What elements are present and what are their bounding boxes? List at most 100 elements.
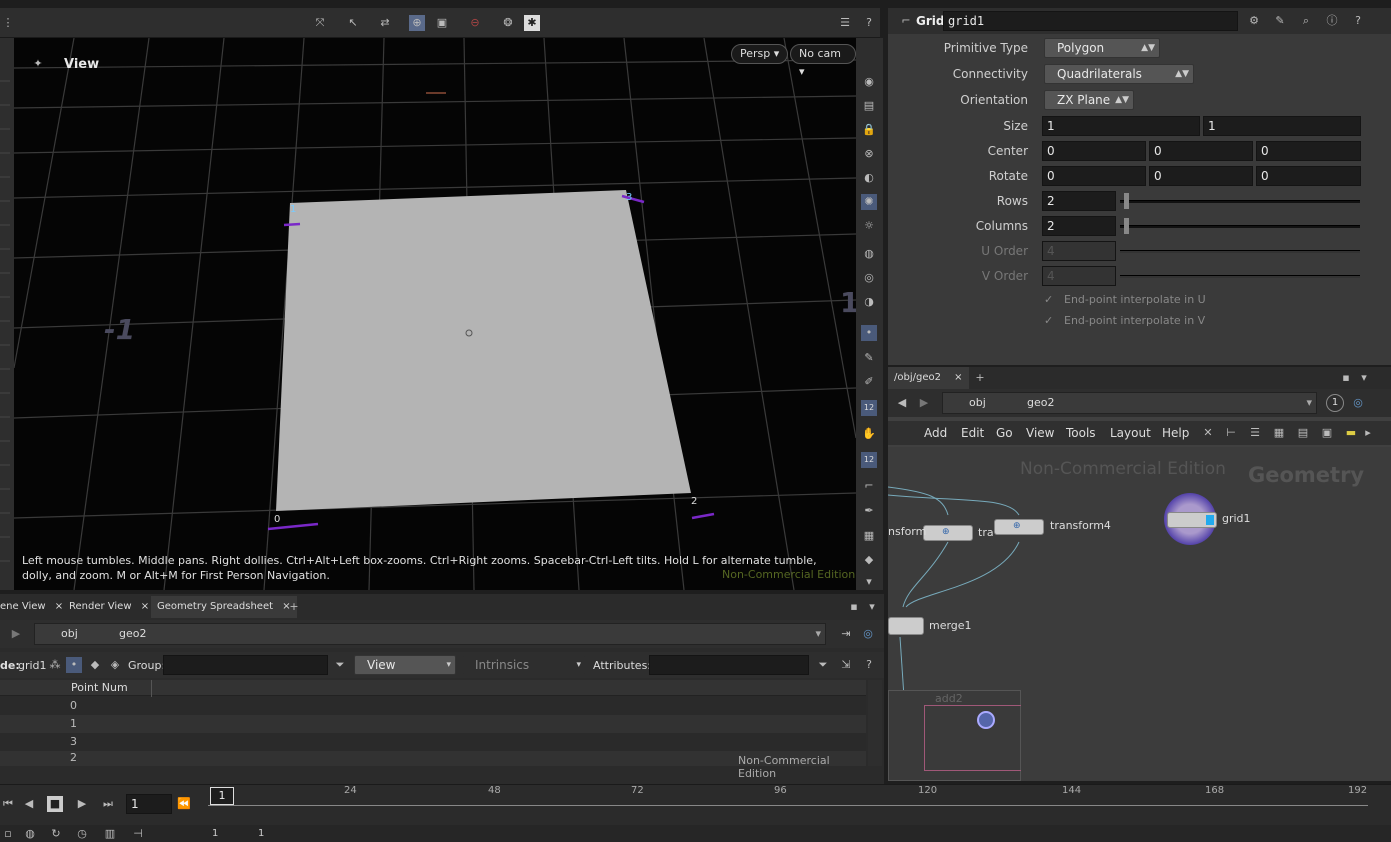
target-icon[interactable]: ◎: [1350, 395, 1366, 411]
table-row[interactable]: 3: [0, 733, 866, 751]
attributes-input[interactable]: [649, 655, 809, 675]
hidden-line-icon[interactable]: ◑: [861, 294, 877, 310]
columns-slider-handle[interactable]: [1124, 218, 1129, 234]
orientation-dropdown[interactable]: ZX Plane ▲▼: [1044, 90, 1134, 110]
network-canvas[interactable]: Non-Commercial Edition Geometry ⊕ nsform…: [888, 447, 1391, 781]
add-tab-icon[interactable]: +: [972, 370, 988, 386]
keys-icon[interactable]: ▫: [0, 826, 16, 842]
shading-icon[interactable]: ◍: [861, 246, 877, 262]
merge1-node[interactable]: [888, 617, 924, 635]
transform4-node[interactable]: ⊕: [994, 519, 1044, 535]
hand-icon[interactable]: ✋: [861, 426, 877, 442]
jump-start-icon[interactable]: ⏮: [0, 796, 16, 812]
image-icon[interactable]: ▣: [1319, 425, 1335, 441]
info-icon[interactable]: ⓘ: [1324, 13, 1340, 29]
display-flag-icon[interactable]: [977, 711, 995, 729]
primitive-type-dropdown[interactable]: Polygon ▲▼: [1044, 38, 1160, 58]
pen-icon[interactable]: ✒: [861, 503, 877, 519]
eye-icon[interactable]: ◉: [861, 74, 877, 90]
breadcrumb[interactable]: obj geo2 ▾: [34, 623, 826, 645]
menu-go[interactable]: Go: [996, 426, 1013, 440]
grid-icon[interactable]: ▤: [1295, 425, 1311, 441]
table-row[interactable]: 1: [0, 715, 866, 733]
pane-menu-icon[interactable]: ▾: [1356, 370, 1372, 386]
rotate-y-field[interactable]: 0: [1149, 166, 1253, 186]
current-frame-field[interactable]: 1: [126, 794, 172, 814]
badge-icon[interactable]: 12: [861, 452, 877, 468]
help-icon[interactable]: ?: [1350, 13, 1366, 29]
timeline-ruler[interactable]: [208, 805, 1368, 806]
rows-slider[interactable]: [1120, 200, 1360, 203]
brush-icon[interactable]: ✎: [861, 350, 877, 366]
filter-icon[interactable]: ⏷: [332, 657, 348, 673]
grid1-node[interactable]: [1167, 512, 1217, 528]
size-y-field[interactable]: 1: [1203, 116, 1361, 136]
display-options-icon[interactable]: ☰: [837, 15, 853, 31]
palette-icon[interactable]: ▦: [1271, 425, 1287, 441]
jump-end-icon[interactable]: ⏭: [100, 796, 116, 812]
wire-icon[interactable]: ◎: [861, 270, 877, 286]
diamond-icon[interactable]: ◆: [861, 552, 877, 568]
export-icon[interactable]: ⇲: [838, 657, 854, 673]
menu-layout[interactable]: Layout: [1110, 426, 1151, 440]
forward-icon[interactable]: ▶: [916, 395, 932, 411]
select-tool-icon[interactable]: ⤧: [312, 15, 328, 31]
vertices-mode-icon[interactable]: •: [66, 657, 82, 673]
bulb-icon[interactable]: ✺: [861, 194, 877, 210]
persp-menu-button[interactable]: Persp ▾: [731, 44, 789, 64]
headlight-icon[interactable]: ☼: [861, 218, 877, 234]
no-entry-icon[interactable]: ⊖: [467, 15, 483, 31]
rows-field[interactable]: 2: [1042, 191, 1116, 211]
list-icon[interactable]: ☰: [1247, 425, 1263, 441]
dropper-icon[interactable]: ✐: [861, 374, 877, 390]
checker-icon[interactable]: ▦: [861, 528, 877, 544]
menu-tools[interactable]: Tools: [1066, 426, 1096, 440]
view-dropdown[interactable]: View ▾: [354, 655, 456, 675]
render-icon[interactable]: ❂: [500, 15, 516, 31]
select-tool-2-icon[interactable]: ↖: [345, 15, 361, 31]
table-row[interactable]: 2: [0, 751, 866, 766]
page-number[interactable]: 1: [1326, 394, 1344, 412]
add-tab-icon[interactable]: +: [286, 599, 302, 615]
menu-add[interactable]: Add: [924, 426, 947, 440]
table-row[interactable]: 0: [0, 697, 866, 715]
note-icon[interactable]: ▬: [1343, 425, 1359, 441]
points-icon[interactable]: •: [861, 325, 877, 341]
checkbox-v[interactable]: ✓: [1044, 314, 1053, 327]
connectivity-dropdown[interactable]: Quadrilaterals ▲▼: [1044, 64, 1194, 84]
rotate-x-field[interactable]: 0: [1042, 166, 1146, 186]
filter-icon[interactable]: ⏷: [815, 657, 831, 673]
layers-icon[interactable]: ▤: [861, 98, 877, 114]
intrinsics-dropdown[interactable]: Intrinsics ▾: [462, 655, 586, 675]
chevron-down-icon[interactable]: ▾: [1306, 396, 1312, 409]
camera-menu-button[interactable]: No cam ▾: [790, 44, 856, 78]
grid-plane[interactable]: [276, 190, 691, 511]
scroll-down-icon[interactable]: ▾: [861, 574, 877, 590]
columns-slider[interactable]: [1120, 225, 1360, 228]
scrollbar[interactable]: [868, 680, 882, 766]
detail-mode-icon[interactable]: ◈: [107, 657, 123, 673]
brush-icon[interactable]: ✎: [1272, 13, 1288, 29]
back-icon[interactable]: ◀: [894, 395, 910, 411]
add2-node-box[interactable]: add2: [888, 690, 1021, 781]
tab-obj-geo2[interactable]: /obj/geo2 ×: [888, 367, 969, 389]
settings-icon[interactable]: ✱: [524, 15, 540, 31]
play-icon[interactable]: ▶: [74, 796, 90, 812]
snap-icon[interactable]: ⊕: [409, 15, 425, 31]
pin-icon[interactable]: ⇥: [838, 626, 854, 642]
pane-menu-icon[interactable]: ▾: [864, 599, 880, 615]
transform-node-left[interactable]: ⊕: [923, 525, 973, 541]
center-y-field[interactable]: 0: [1149, 141, 1253, 161]
wrench-icon[interactable]: ✕: [1200, 425, 1216, 441]
search-icon[interactable]: ⌕: [1298, 13, 1314, 29]
step-frame-icon[interactable]: ⏪: [176, 796, 192, 812]
rotate-z-field[interactable]: 0: [1256, 166, 1361, 186]
audio-icon[interactable]: ◍: [22, 826, 38, 842]
chevron-down-icon[interactable]: ▾: [815, 627, 821, 640]
ghost-icon[interactable]: ⊗: [861, 146, 877, 162]
pane-icon[interactable]: ▪: [1338, 370, 1354, 386]
group-input[interactable]: [163, 655, 328, 675]
target-icon[interactable]: ◎: [860, 626, 876, 642]
menu-help[interactable]: Help: [1162, 426, 1189, 440]
checkbox-u[interactable]: ✓: [1044, 293, 1053, 306]
